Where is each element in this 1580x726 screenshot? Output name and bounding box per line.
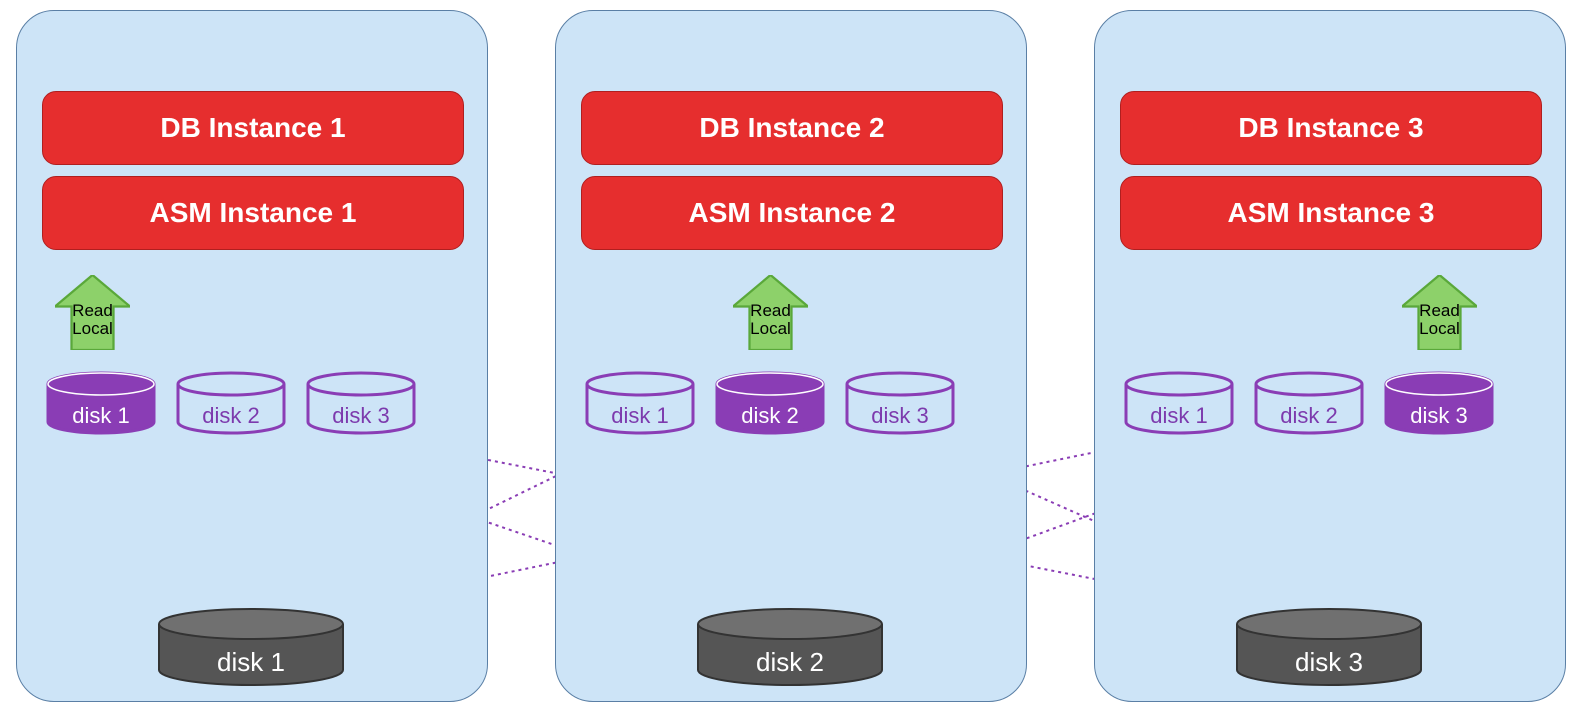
disk-label: disk 3 bbox=[306, 403, 416, 429]
node-card-1: DB Instance 1 ASM Instance 1 bbox=[16, 10, 488, 702]
physical-disk: disk 2 bbox=[695, 608, 885, 688]
disk-label: disk 3 bbox=[1384, 403, 1494, 429]
db-instance-box: DB Instance 2 bbox=[581, 91, 1003, 165]
diagram-stage: DB Instance 1 ASM Instance 1 DB Instance… bbox=[0, 0, 1580, 726]
disk-label: disk 1 bbox=[1124, 403, 1234, 429]
small-disk-remote: disk 3 bbox=[306, 372, 416, 434]
asm-instance-box: ASM Instance 1 bbox=[42, 176, 464, 250]
physical-disk: disk 3 bbox=[1234, 608, 1424, 688]
node-card-2: DB Instance 2 ASM Instance 2 bbox=[555, 10, 1027, 702]
disk-label: disk 1 bbox=[156, 647, 346, 678]
node-card-3: DB Instance 3 ASM Instance 3 bbox=[1094, 10, 1566, 702]
small-disk-local: disk 3 bbox=[1384, 372, 1494, 434]
small-disk-remote: disk 3 bbox=[845, 372, 955, 434]
disk-label: disk 3 bbox=[845, 403, 955, 429]
read-local-label: ReadLocal bbox=[1402, 302, 1477, 338]
read-local-label: ReadLocal bbox=[55, 302, 130, 338]
disk-label: disk 2 bbox=[176, 403, 286, 429]
disk-label: disk 3 bbox=[1234, 647, 1424, 678]
disk-label: disk 1 bbox=[585, 403, 695, 429]
asm-instance-box: ASM Instance 2 bbox=[581, 176, 1003, 250]
asm-instance-box: ASM Instance 3 bbox=[1120, 176, 1542, 250]
physical-disk: disk 1 bbox=[156, 608, 346, 688]
small-disk-remote: disk 2 bbox=[1254, 372, 1364, 434]
disk-label: disk 2 bbox=[715, 403, 825, 429]
small-disk-remote: disk 1 bbox=[1124, 372, 1234, 434]
small-disk-remote: disk 1 bbox=[585, 372, 695, 434]
small-disk-local: disk 1 bbox=[46, 372, 156, 434]
read-local-label: ReadLocal bbox=[733, 302, 808, 338]
db-instance-box: DB Instance 1 bbox=[42, 91, 464, 165]
disk-label: disk 2 bbox=[695, 647, 885, 678]
small-disk-local: disk 2 bbox=[715, 372, 825, 434]
db-instance-box: DB Instance 3 bbox=[1120, 91, 1542, 165]
disk-label: disk 1 bbox=[46, 403, 156, 429]
small-disk-remote: disk 2 bbox=[176, 372, 286, 434]
disk-label: disk 2 bbox=[1254, 403, 1364, 429]
